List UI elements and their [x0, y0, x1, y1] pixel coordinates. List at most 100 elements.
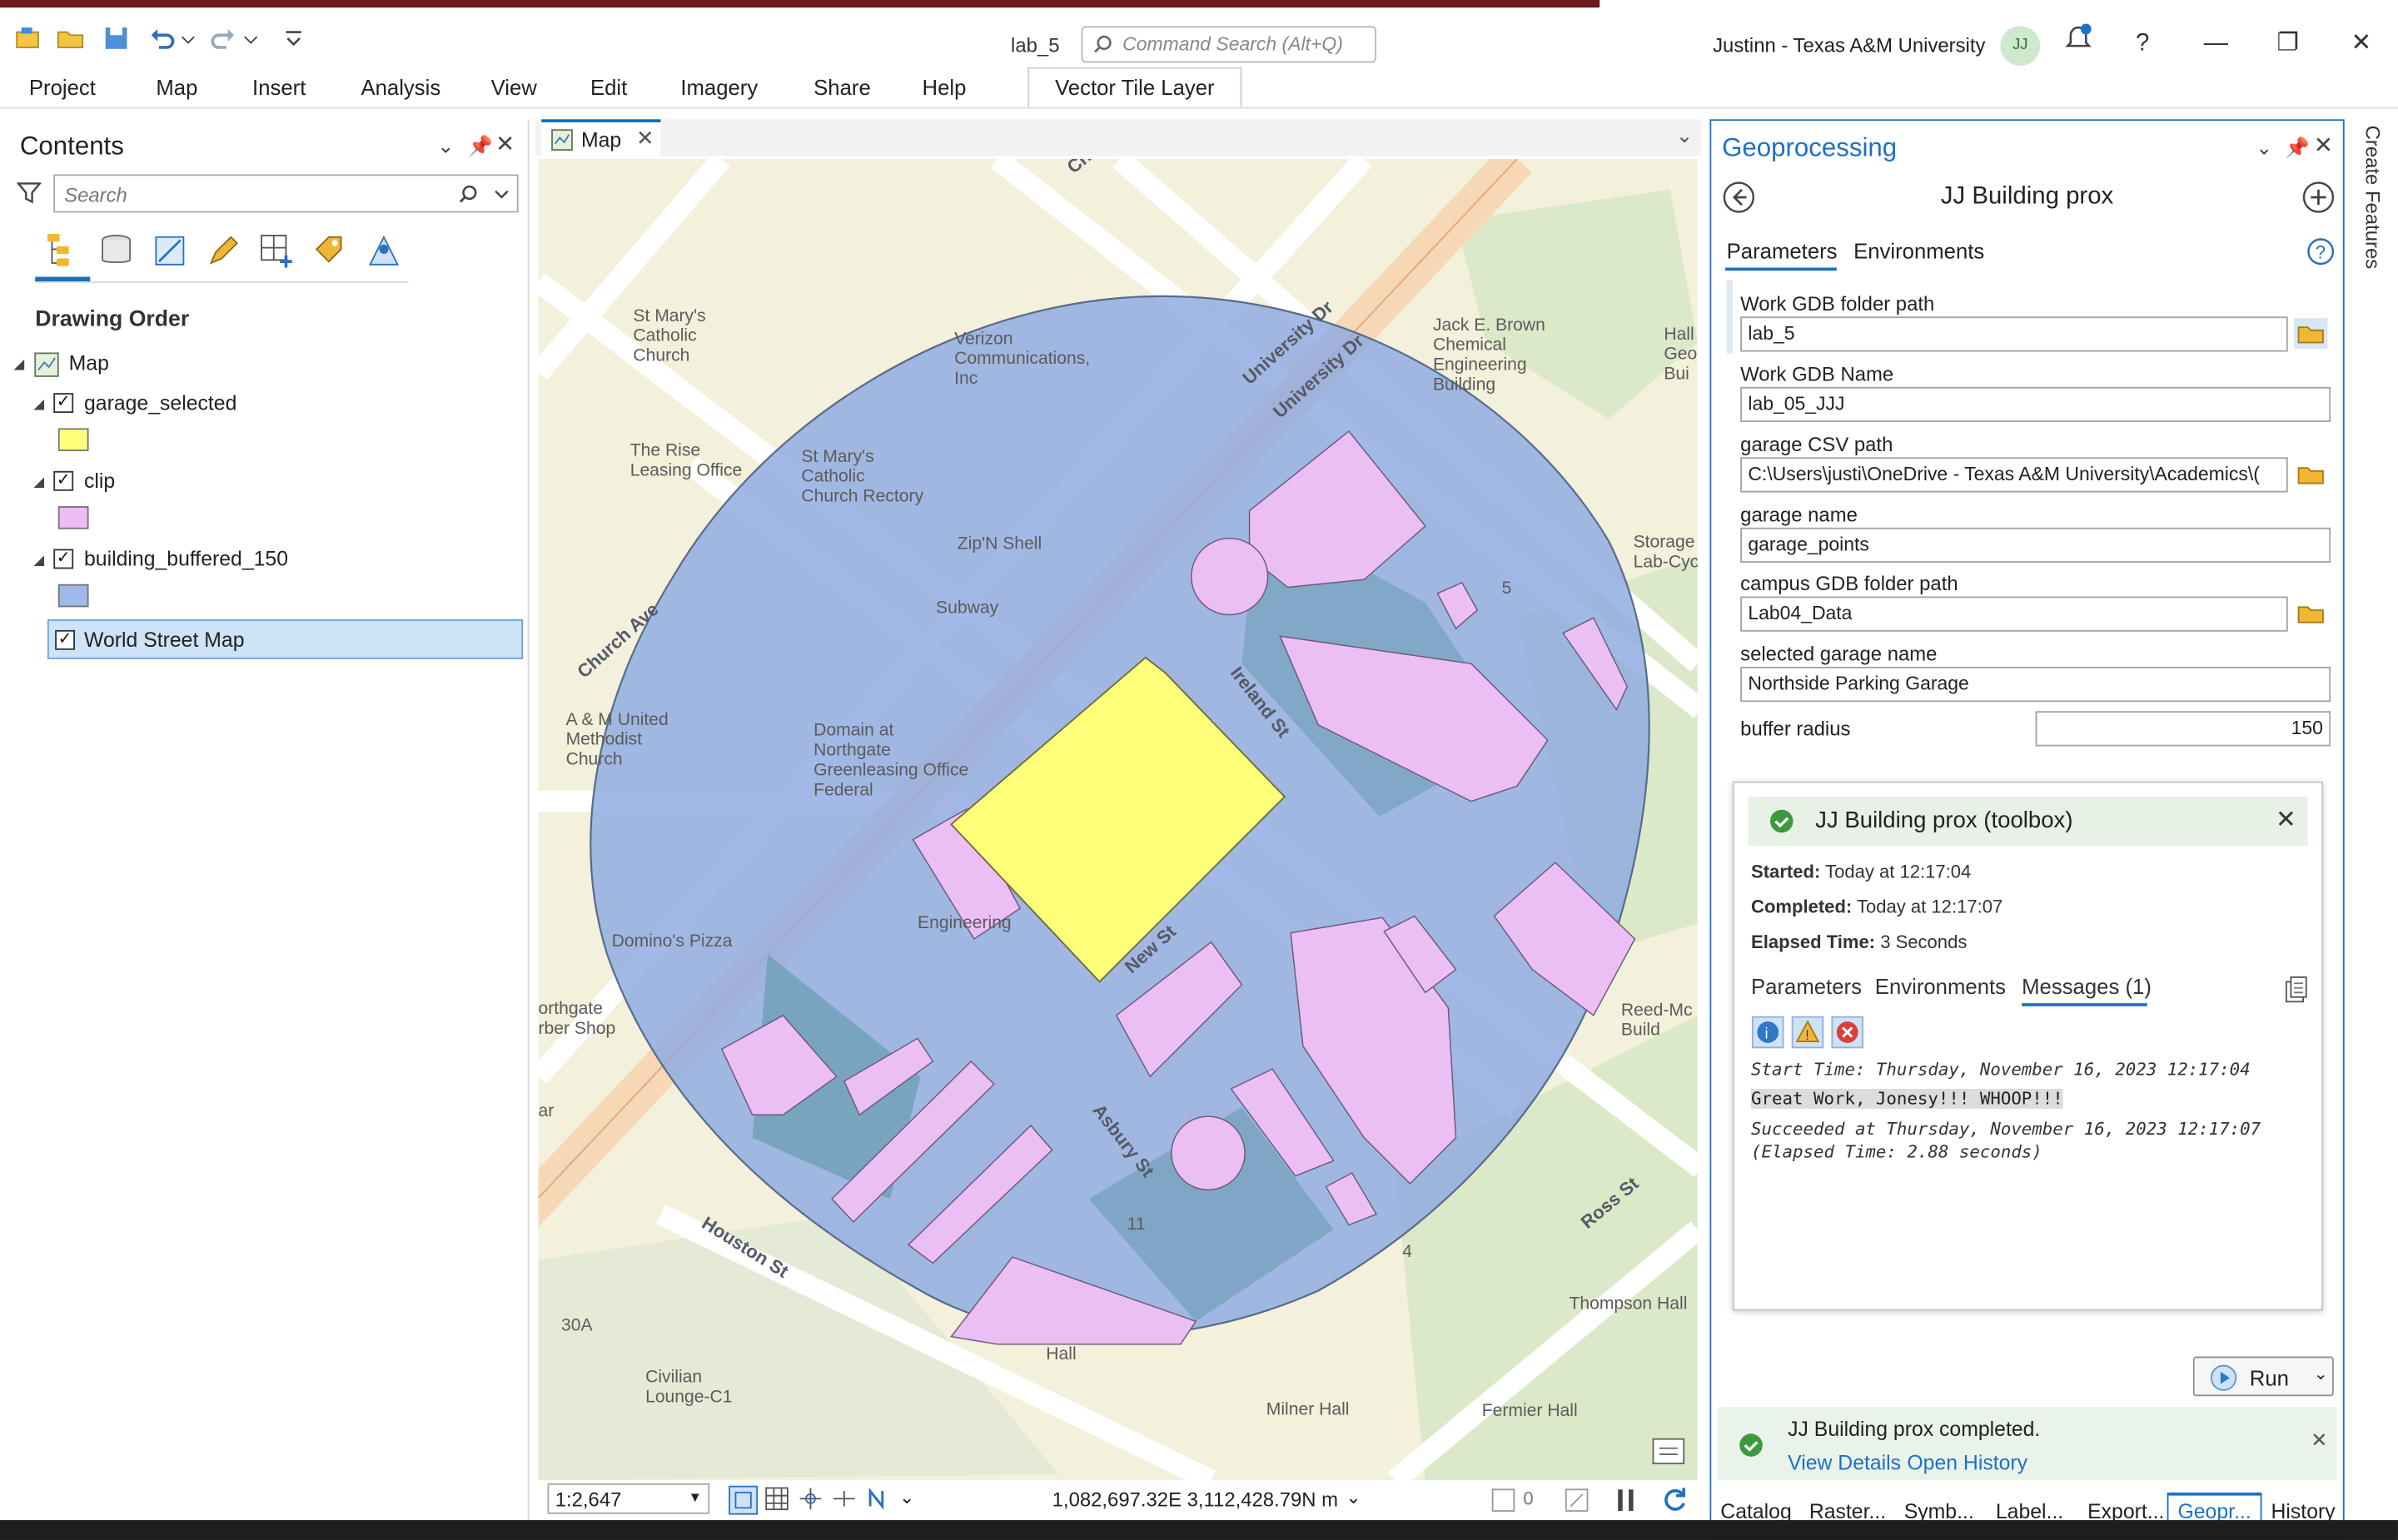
list-by-selection-icon[interactable] [150, 231, 190, 271]
tab-imagery[interactable]: Imagery [680, 75, 758, 99]
collapse-icon[interactable]: ◢ [33, 552, 44, 569]
map-overview-icon[interactable] [1650, 1434, 1690, 1471]
tab-analysis[interactable]: Analysis [361, 75, 440, 99]
collapse-icon[interactable]: ◢ [14, 356, 25, 373]
tab-map[interactable]: Map [156, 75, 197, 99]
search-icon[interactable] [457, 183, 479, 205]
layer-visibility-checkbox[interactable]: ✓ [53, 549, 74, 569]
open-project-icon[interactable] [55, 23, 86, 54]
redo-dropdown-icon[interactable] [241, 23, 260, 54]
create-features-tab[interactable]: Create Features [2361, 126, 2385, 270]
warning-filter-icon[interactable]: ! [1791, 1016, 1824, 1049]
dismiss-notification-icon[interactable]: ✕ [2311, 1428, 2327, 1453]
result-tab-environments[interactable]: Environments [1875, 974, 2006, 998]
coordinate-format-dropdown-icon[interactable]: ⌄ [1346, 1487, 1361, 1508]
help-icon[interactable]: ? [2306, 237, 2336, 266]
undo-dropdown-icon[interactable] [179, 23, 197, 54]
result-tab-parameters[interactable]: Parameters [1751, 974, 1862, 998]
pin-icon[interactable]: 📌 [468, 135, 493, 159]
list-by-drawing-order-icon[interactable] [42, 231, 82, 271]
run-options-dropdown-icon[interactable]: ⌄ [2314, 1364, 2328, 1384]
close-tab-icon[interactable]: ✕ [636, 126, 654, 152]
tab-project[interactable]: Project [29, 75, 96, 99]
layer-visibility-checkbox[interactable]: ✓ [55, 629, 75, 650]
tree-row-clip[interactable]: ◢ ✓ clip [7, 464, 523, 501]
close-window-icon[interactable]: ✕ [2343, 26, 2380, 62]
scale-selector[interactable]: 1:2,647 ▼ [547, 1483, 710, 1514]
layer-visibility-checkbox[interactable]: ✓ [53, 470, 74, 491]
tab-parameters[interactable]: Parameters [1727, 239, 1838, 263]
list-by-editing-icon[interactable] [203, 231, 243, 271]
error-filter-icon[interactable] [1831, 1016, 1864, 1049]
close-popup-icon[interactable]: ✕ [2276, 804, 2296, 835]
layer-symbol-swatch[interactable] [57, 584, 89, 608]
notifications-bell-icon[interactable] [2063, 22, 2094, 52]
add-icon[interactable] [2301, 181, 2335, 214]
minimize-icon[interactable]: — [2197, 26, 2234, 62]
tree-row-garage-selected[interactable]: ◢ ✓ garage_selected [7, 387, 523, 424]
tab-list-dropdown-icon[interactable]: ⌄ [1676, 124, 1693, 148]
search-options-icon[interactable] [492, 186, 510, 201]
result-tab-messages[interactable]: Messages (1) [2022, 974, 2152, 998]
undo-icon[interactable] [147, 23, 177, 54]
tab-help[interactable]: Help [923, 75, 967, 99]
map-canvas[interactable]: St Mary's Catholic Church Verizon Communica… [538, 159, 1698, 1481]
chevron-down-icon[interactable]: ⌄ [899, 1487, 914, 1508]
folder-browse-icon[interactable] [2294, 459, 2327, 489]
tree-row-map[interactable]: ◢ Map [7, 347, 523, 384]
map-view[interactable]: St Mary's Catholic Church Verizon Communica… [538, 159, 1698, 1481]
list-by-snapping-icon[interactable] [257, 231, 297, 271]
folder-browse-icon[interactable] [2294, 598, 2327, 628]
list-by-labeling-icon[interactable] [311, 231, 351, 271]
work-gdb-folder-input[interactable]: lab_5 [1740, 316, 2288, 352]
pane-menu-icon[interactable]: ⌄ [2256, 137, 2272, 161]
tab-environments[interactable]: Environments [1853, 239, 1984, 263]
buffer-radius-input[interactable]: 150 [2035, 711, 2331, 747]
tab-view[interactable]: View [491, 75, 537, 99]
tab-vector-tile-layer[interactable]: Vector Tile Layer [1027, 67, 1242, 107]
constraints-icon[interactable] [830, 1485, 858, 1513]
close-pane-icon[interactable]: ✕ [2314, 132, 2333, 159]
north-arrow-icon[interactable] [864, 1485, 892, 1513]
open-history-link[interactable]: Open History [1907, 1451, 2027, 1474]
filter-icon[interactable] [17, 181, 42, 205]
work-gdb-name-input[interactable]: lab_05_JJJ [1740, 386, 2331, 423]
list-by-perspective-imagery-icon[interactable] [364, 231, 404, 271]
fixed-scale-icon[interactable] [728, 1485, 759, 1516]
garage-csv-path-input[interactable]: C:\Users\justi\OneDrive - Texas A&M Univ… [1740, 457, 2288, 493]
tab-insert[interactable]: Insert [252, 75, 306, 99]
pane-menu-icon[interactable]: ⌄ [437, 135, 454, 159]
command-search[interactable]: Command Search (Alt+Q) [1081, 26, 1377, 63]
list-by-data-source-icon[interactable] [97, 231, 137, 271]
refresh-icon[interactable] [1659, 1485, 1690, 1516]
close-pane-icon[interactable]: ✕ [495, 130, 515, 157]
tab-share[interactable]: Share [813, 75, 871, 99]
restore-icon[interactable]: ❐ [2270, 26, 2306, 62]
redo-icon[interactable] [208, 23, 239, 54]
grid-icon[interactable] [764, 1485, 791, 1513]
avatar[interactable]: JJ [2000, 26, 2041, 66]
campus-gdb-folder-input[interactable]: Lab04_Data [1740, 596, 2288, 632]
tree-row-building-buffered[interactable]: ◢ ✓ building_buffered_150 [7, 543, 523, 579]
layer-symbol-swatch[interactable] [57, 506, 89, 529]
help-icon[interactable]: ? [2124, 26, 2161, 62]
view-details-link[interactable]: View Details [1788, 1451, 1901, 1474]
tab-map-view[interactable]: Map ✕ [541, 119, 661, 156]
user-name[interactable]: Justinn - Texas A&M University [1713, 33, 1985, 57]
layer-visibility-checkbox[interactable]: ✓ [53, 393, 74, 414]
pause-icon[interactable] [1614, 1487, 1638, 1514]
customize-toolbar-icon[interactable] [278, 23, 309, 54]
pause-drawing-toggle-icon[interactable] [1563, 1487, 1590, 1514]
info-filter-icon[interactable]: i [1751, 1016, 1784, 1049]
tree-row-world-street-map[interactable]: ✓ World Street Map [47, 619, 524, 659]
new-project-icon[interactable] [12, 23, 43, 54]
pin-icon[interactable]: 📌 [2285, 137, 2310, 161]
layer-symbol-swatch[interactable] [57, 428, 89, 451]
tab-edit[interactable]: Edit [590, 75, 627, 99]
run-button[interactable]: Run ⌄ [2192, 1356, 2334, 1397]
folder-browse-icon[interactable] [2294, 318, 2328, 349]
save-project-icon[interactable] [101, 23, 132, 54]
contents-search-input[interactable]: Search [53, 174, 519, 213]
snapping-icon[interactable] [797, 1485, 824, 1513]
collapse-icon[interactable]: ◢ [33, 396, 44, 413]
